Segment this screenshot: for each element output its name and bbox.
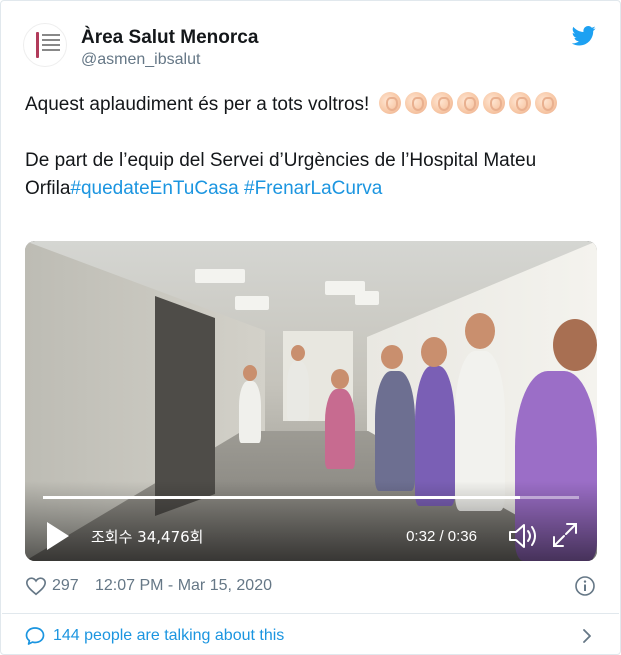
- logo-mark: [36, 32, 39, 58]
- speech-bubble-icon: [25, 627, 45, 645]
- play-icon[interactable]: [45, 521, 71, 551]
- tweet-line-1: Aquest aplaudiment és per a tots voltros…: [25, 94, 370, 115]
- tweet-paragraph-1: Aquest aplaudiment és per a tots voltros…: [25, 91, 600, 119]
- divider: [2, 613, 619, 614]
- hashtag-link[interactable]: #FrenarLaCurva: [244, 178, 382, 199]
- tweet-timestamp[interactable]: 12:07 PM - Mar 15, 2020: [95, 577, 272, 595]
- like-count[interactable]: 297: [52, 577, 79, 595]
- tweet-card: Àrea Salut Menorca @asmen_ibsalut Aquest…: [0, 0, 621, 655]
- view-count: 조회수 34,476회: [91, 528, 204, 546]
- conversation-link[interactable]: 144 people are talking about this: [25, 623, 600, 649]
- tweet-text: Aquest aplaudiment és per a tots voltros…: [25, 91, 600, 203]
- volume-icon[interactable]: [507, 521, 539, 551]
- author-avatar[interactable]: [23, 23, 67, 67]
- hashtag-link[interactable]: #quedateEnTuCasa: [70, 178, 238, 199]
- heart-icon[interactable]: [25, 575, 47, 597]
- twitter-bird-icon[interactable]: [572, 26, 596, 46]
- video-player[interactable]: 조회수 34,476회 0:32 / 0:36: [25, 241, 597, 561]
- tweet-paragraph-2: De part de l’equip del Servei d’Urgèncie…: [25, 147, 600, 203]
- clapping-hands-emoji: [534, 92, 557, 114]
- clapping-hands-emoji: [508, 92, 531, 114]
- progress-bar[interactable]: [43, 496, 579, 499]
- author-handle[interactable]: @asmen_ibsalut: [81, 51, 200, 69]
- author-name[interactable]: Àrea Salut Menorca: [81, 27, 258, 49]
- clapping-hands-emoji: [404, 92, 427, 114]
- conversation-label: 144 people are talking about this: [53, 627, 285, 644]
- logo-text-lines: [42, 34, 60, 54]
- progress-fill: [43, 496, 520, 499]
- video-time: 0:32 / 0:36: [406, 528, 477, 545]
- clapping-hands-emoji: [378, 92, 401, 114]
- clapping-hands-emoji: [482, 92, 505, 114]
- clapping-hands-emoji: [430, 92, 453, 114]
- chevron-right-icon: [583, 629, 591, 643]
- clapping-hands-emoji: [456, 92, 479, 114]
- info-icon[interactable]: [574, 575, 596, 597]
- tweet-meta: 297 12:07 PM - Mar 15, 2020: [25, 574, 600, 598]
- fullscreen-icon[interactable]: [551, 521, 579, 549]
